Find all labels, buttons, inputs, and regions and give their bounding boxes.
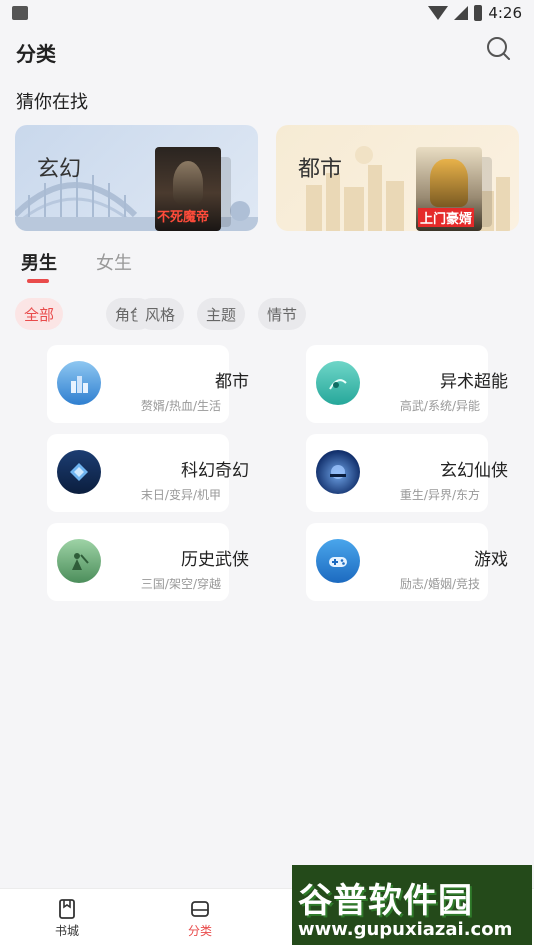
header: 分类 [16, 36, 516, 66]
category-card-xuanhuan[interactable]: 玄幻仙侠 重生/异界/东方 [306, 434, 508, 512]
category-tags: 三国/架空/穿越 [140, 577, 221, 591]
recommend-card-dushi[interactable]: 都市 上门豪婿 [276, 125, 519, 231]
status-bar: 4:26 [0, 0, 534, 28]
category-name: 游戏 [474, 550, 508, 570]
category-tags: 末日/变异/机甲 [140, 488, 221, 502]
wifi-icon [428, 6, 449, 20]
nav-label: 书城 [54, 924, 79, 938]
category-name: 科幻奇幻 [181, 461, 249, 481]
nav-item-category[interactable]: 分类 [170, 899, 230, 945]
category-name: 都市 [215, 372, 249, 392]
category-card-dushi[interactable]: 都市 赘婿/热血/生活 [47, 345, 249, 423]
bookstore-icon [59, 899, 75, 919]
book-cover: 上门豪婿 [416, 147, 482, 231]
card-label: 玄幻 [37, 157, 82, 182]
nav-item-bookstore[interactable]: 书城 [37, 899, 97, 945]
category-name: 玄幻仙侠 [440, 461, 508, 481]
battery-icon [474, 5, 483, 21]
category-card-lishi[interactable]: 历史武侠 三国/架空/穿越 [47, 523, 249, 601]
book-cover-title: 上门豪婿 [418, 208, 475, 227]
status-icons: 4:26 [428, 4, 522, 22]
book-cover-title: 不死魔帝 [157, 210, 210, 225]
category-card-kehuan[interactable]: 科幻奇幻 末日/变异/机甲 [47, 434, 249, 512]
book-cover: 不死魔帝 [155, 147, 221, 231]
active-tab-indicator [27, 279, 49, 283]
search-button[interactable] [486, 36, 512, 62]
tab-female[interactable]: 女生 [96, 249, 132, 275]
chip-style[interactable]: 风格 [136, 298, 184, 330]
scifi-icon [57, 450, 101, 494]
recommend-cards: 玄幻 不死魔帝 都市 上门豪婿 [15, 125, 519, 231]
search-icon [487, 37, 510, 60]
watermark-title: 谷普软件园 [298, 881, 473, 921]
category-card-youxi[interactable]: 游戏 励志/婚姻/竞技 [306, 523, 508, 601]
category-icon [191, 901, 209, 917]
site-watermark: 谷普软件园 www.gupuxiazai.com [292, 865, 532, 945]
category-name: 异术超能 [440, 372, 508, 392]
page-title: 分类 [16, 42, 56, 66]
fantasy-icon [316, 450, 360, 494]
chip-plot[interactable]: 情节 [258, 298, 306, 330]
category-tags: 励志/婚姻/竞技 [399, 577, 480, 591]
signal-icon [454, 6, 469, 20]
chip-all[interactable]: 全部 [15, 298, 63, 330]
superpower-icon [316, 361, 360, 405]
gamepad-icon [316, 539, 360, 583]
category-tags: 高武/系统/异能 [399, 399, 480, 413]
history-icon [57, 539, 101, 583]
chip-theme[interactable]: 主题 [197, 298, 245, 330]
city-icon [57, 361, 101, 405]
category-card-yishu[interactable]: 异术超能 高武/系统/异能 [306, 345, 508, 423]
tab-male[interactable]: 男生 [21, 249, 57, 275]
category-name: 历史武侠 [181, 550, 249, 570]
watermark-url: www.gupuxiazai.com [298, 919, 513, 940]
notification-icon [12, 6, 28, 20]
category-tags: 赘婿/热血/生活 [140, 399, 221, 413]
status-time: 4:26 [488, 4, 522, 22]
recommend-card-xuanhuan[interactable]: 玄幻 不死魔帝 [15, 125, 258, 231]
section-title-recommend: 猜你在找 [16, 92, 88, 113]
card-label: 都市 [298, 157, 343, 182]
nav-label: 分类 [187, 924, 212, 938]
category-tags: 重生/异界/东方 [399, 488, 480, 502]
